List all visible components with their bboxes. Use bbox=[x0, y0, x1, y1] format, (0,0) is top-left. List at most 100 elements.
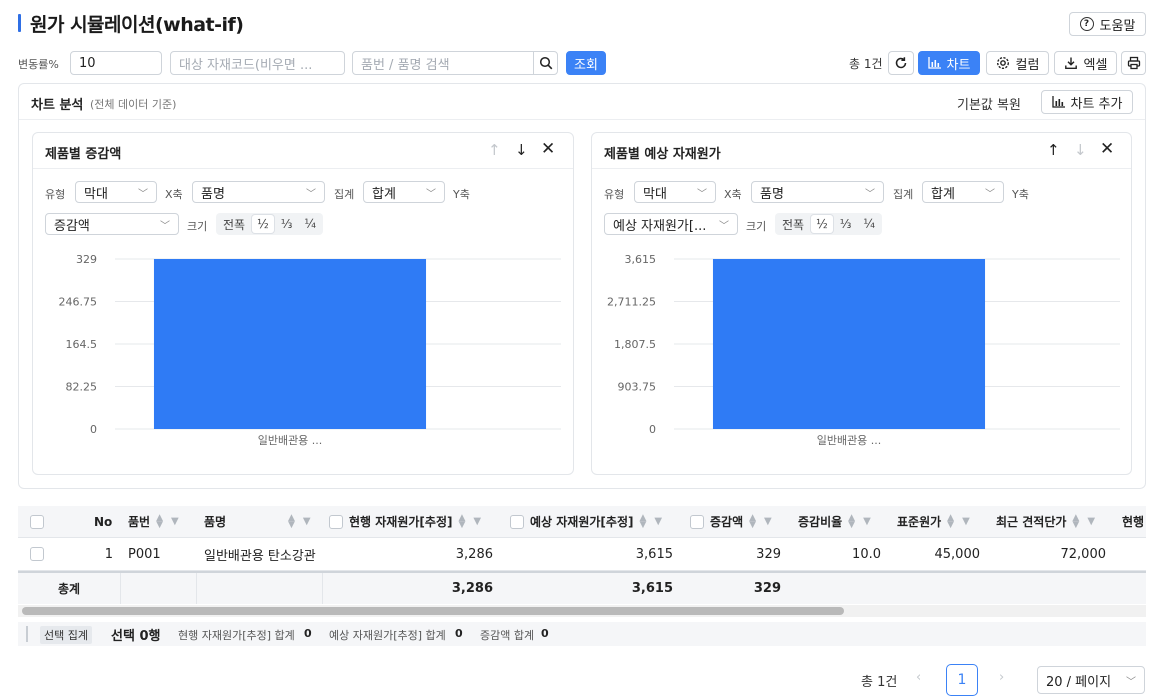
header-standard-cost[interactable]: 표준원가 ▲ ▼ ▼ bbox=[897, 506, 970, 537]
material-code-input[interactable]: 대상 자재코드(비우면 ... bbox=[170, 51, 345, 75]
xaxis-value: 품명 bbox=[201, 186, 225, 202]
header-no[interactable]: No bbox=[94, 506, 114, 537]
header-diff-rate[interactable]: 증감비율 ▲ ▼ ▼ bbox=[798, 506, 871, 537]
filter-icon[interactable]: ▼ bbox=[863, 516, 871, 527]
move-down-icon[interactable]: ↓ bbox=[515, 141, 528, 159]
divider bbox=[196, 573, 197, 604]
filter-icon[interactable]: ▼ bbox=[1087, 516, 1095, 527]
header-part-no-label: 품번 bbox=[128, 515, 151, 529]
diff-bar-chart: 0 82.25 164.5 246.75 329 일반배관용 ... bbox=[59, 253, 561, 447]
refresh-button[interactable] bbox=[888, 51, 914, 75]
yaxis-select[interactable]: 증감액 ﹀ bbox=[45, 213, 179, 235]
filter-icon[interactable]: ▼ bbox=[171, 516, 179, 527]
chevron-down-icon: ﹀ bbox=[426, 188, 436, 200]
size-segmented-control: 전폭 ½ ⅓ ¼ bbox=[216, 213, 324, 235]
xaxis-select[interactable]: 품명 ﹀ bbox=[751, 181, 884, 203]
prev-page-icon[interactable]: ‹ bbox=[916, 670, 921, 685]
header-diff[interactable]: 증감액 ▲ ▼ ▼ bbox=[690, 506, 772, 537]
header-part-name[interactable]: 품명 ▲ ▼ ▼ bbox=[204, 506, 324, 537]
help-button[interactable]: ? 도움말 bbox=[1069, 12, 1146, 36]
close-icon[interactable]: ✕ bbox=[541, 139, 555, 159]
selection-count: 선택 0행 bbox=[111, 629, 161, 644]
type-label: 유형 bbox=[45, 188, 66, 201]
header-part-no[interactable]: 품번 ▲ ▼ ▼ bbox=[128, 506, 179, 537]
filter-icon[interactable]: ▼ bbox=[962, 516, 970, 527]
sort-icon[interactable]: ▲ ▼ bbox=[639, 513, 646, 529]
chart-card-title: 제품별 증감액 bbox=[45, 147, 122, 162]
header-recent-quote[interactable]: 최근 견적단가 ▲ ▼ ▼ bbox=[996, 506, 1095, 537]
chevron-down-icon: ﹀ bbox=[865, 188, 875, 200]
size-option-third[interactable]: ⅓ bbox=[835, 215, 857, 233]
agg-select[interactable]: 합계 ﹀ bbox=[922, 181, 1004, 203]
y-tick-label: 1,807.5 bbox=[614, 338, 656, 351]
sort-icon[interactable]: ▲ ▼ bbox=[288, 513, 295, 529]
xaxis-select[interactable]: 품명 ﹀ bbox=[192, 181, 325, 203]
query-button[interactable]: 조회 bbox=[566, 51, 606, 75]
column-checkbox[interactable] bbox=[510, 514, 524, 529]
column-checkbox[interactable] bbox=[329, 514, 343, 529]
excel-export-button[interactable]: 엑셀 bbox=[1054, 51, 1117, 75]
size-option-full[interactable]: 전폭 bbox=[777, 214, 809, 235]
sort-icon[interactable]: ▲ ▼ bbox=[848, 513, 855, 529]
yaxis-select[interactable]: 예상 자재원가[... ﹀ bbox=[604, 213, 738, 235]
size-option-half[interactable]: ½ bbox=[252, 215, 274, 233]
move-down-icon[interactable]: ↓ bbox=[1074, 141, 1087, 159]
close-icon[interactable]: ✕ bbox=[1100, 139, 1114, 159]
download-icon bbox=[1064, 57, 1077, 69]
filter-icon[interactable]: ▼ bbox=[654, 516, 662, 527]
table-row[interactable]: 1 P001 일반배관용 탄소강관 3,286 3,615 329 10.0 4… bbox=[18, 538, 1146, 571]
total-current-cost: 3,286 bbox=[451, 581, 493, 596]
print-button[interactable] bbox=[1121, 51, 1146, 75]
size-option-quarter[interactable]: ¼ bbox=[299, 215, 321, 233]
chart-analysis-panel: 차트 분석 (전체 데이터 기준) 기본값 복원 차트 추가 제품별 증감액 ↑… bbox=[18, 83, 1146, 489]
selection-item-value: 0 bbox=[304, 627, 312, 640]
header-expected-cost-label: 예상 자재원가[추정] bbox=[530, 515, 634, 529]
row-checkbox[interactable] bbox=[30, 538, 44, 570]
column-settings-button[interactable]: 컬럼 bbox=[986, 51, 1049, 75]
column-checkbox[interactable] bbox=[690, 514, 704, 529]
scrollbar-thumb[interactable] bbox=[22, 607, 844, 615]
sort-icon[interactable]: ▲ ▼ bbox=[156, 513, 163, 529]
next-page-icon[interactable]: › bbox=[999, 670, 1004, 685]
search-icon bbox=[539, 56, 552, 70]
move-up-icon[interactable]: ↑ bbox=[488, 141, 501, 159]
y-tick-label: 903.75 bbox=[618, 381, 657, 394]
size-option-third[interactable]: ⅓ bbox=[276, 215, 298, 233]
header-part-name-label: 품명 bbox=[204, 515, 227, 529]
chart-type-select[interactable]: 막대 ﹀ bbox=[634, 181, 716, 203]
y-tick-label: 0 bbox=[90, 423, 97, 436]
sort-icon[interactable]: ▲ ▼ bbox=[1072, 513, 1079, 529]
add-chart-button[interactable]: 차트 추가 bbox=[1041, 90, 1133, 114]
sort-icon[interactable]: ▲ ▼ bbox=[458, 513, 465, 529]
rate-input[interactable]: 10 bbox=[70, 51, 162, 75]
agg-select[interactable]: 합계 ﹀ bbox=[363, 181, 445, 203]
table-total-row: 총계 3,286 3,615 329 bbox=[18, 571, 1146, 604]
size-label: 크기 bbox=[187, 220, 208, 233]
size-option-quarter[interactable]: ¼ bbox=[858, 215, 880, 233]
chevron-down-icon: ﹀ bbox=[1126, 676, 1136, 688]
filter-icon[interactable]: ▼ bbox=[764, 516, 772, 527]
page-button-1[interactable]: 1 bbox=[946, 664, 978, 696]
sort-icon[interactable]: ▲ ▼ bbox=[749, 513, 756, 529]
size-option-full[interactable]: 전폭 bbox=[218, 214, 250, 235]
search-input[interactable]: 품번 / 품명 검색 bbox=[352, 51, 534, 75]
y-tick-label: 0 bbox=[649, 423, 656, 436]
move-up-icon[interactable]: ↑ bbox=[1047, 141, 1060, 159]
header-expected-cost[interactable]: 예상 자재원가[추정] ▲ ▼ ▼ bbox=[510, 506, 662, 537]
filter-icon[interactable]: ▼ bbox=[473, 516, 481, 527]
total-count: 총 1건 bbox=[849, 57, 883, 71]
search-button[interactable] bbox=[533, 51, 558, 75]
reset-defaults-link[interactable]: 기본값 복원 bbox=[957, 94, 1021, 113]
chart-toggle-button[interactable]: 차트 bbox=[918, 51, 980, 75]
filter-icon[interactable]: ▼ bbox=[303, 516, 311, 527]
y-tick-label: 329 bbox=[76, 253, 97, 266]
chart-type-select[interactable]: 막대 ﹀ bbox=[75, 181, 157, 203]
size-option-half[interactable]: ½ bbox=[811, 215, 833, 233]
header-current-cost[interactable]: 현행 자재원가[추정] ▲ ▼ ▼ bbox=[329, 506, 481, 537]
header-current-truncated[interactable]: 현행 bbox=[1122, 506, 1146, 537]
sort-icon[interactable]: ▲ ▼ bbox=[947, 513, 954, 529]
select-all-checkbox[interactable] bbox=[30, 506, 44, 537]
page-size-select[interactable]: 20 / 페이지 ﹀ bbox=[1037, 666, 1145, 694]
xaxis-label: X축 bbox=[724, 188, 742, 201]
chart-card-title: 제품별 예상 자재원가 bbox=[604, 147, 721, 162]
